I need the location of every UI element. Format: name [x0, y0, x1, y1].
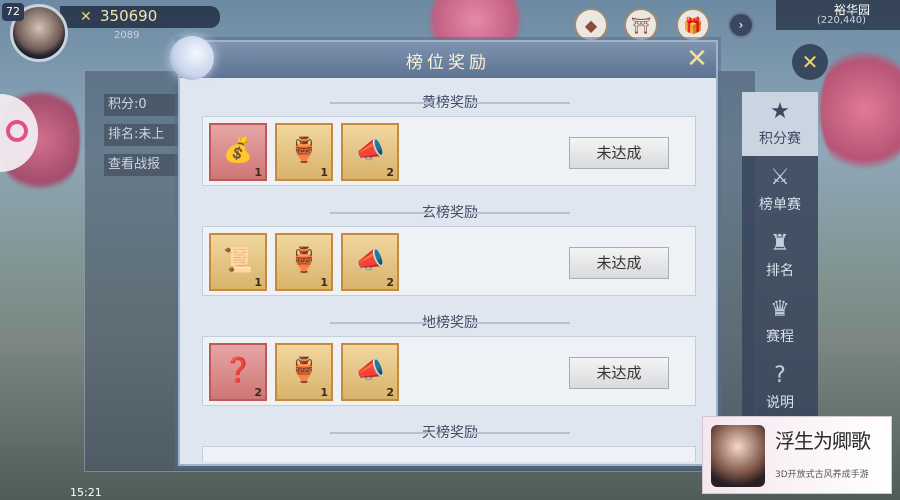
rank-label: 排名:未上 — [104, 124, 184, 146]
view-report-button[interactable]: 查看战报 — [104, 154, 184, 176]
nav-rank[interactable]: ♜ 排名 — [742, 224, 818, 288]
horn-icon: 📣 — [355, 246, 385, 274]
player-level: 72 — [2, 3, 24, 21]
question-icon: ? — [774, 363, 786, 388]
divider — [470, 212, 570, 214]
ring-icon — [6, 120, 28, 142]
nav-help[interactable]: ? 说明 — [742, 356, 818, 420]
item-count: 1 — [320, 386, 328, 399]
claim-button[interactable]: 未达成 — [569, 247, 669, 279]
nav-label: 积分赛 — [759, 131, 801, 147]
fan-icon[interactable]: ◆ — [574, 8, 608, 42]
horn-icon: 📣 — [355, 136, 385, 164]
podium-icon: ♜ — [770, 231, 790, 256]
gate-icon[interactable]: ⛩ — [624, 8, 658, 42]
reward-item[interactable]: 📣 2 — [341, 123, 399, 181]
cherry-tree — [820, 40, 900, 180]
flower-vase-icon: 🏺 — [289, 246, 319, 274]
item-count: 2 — [386, 386, 394, 399]
power-value: 350690 — [100, 7, 158, 25]
item-count: 1 — [254, 166, 262, 179]
character-portrait — [711, 425, 765, 487]
item-count: 2 — [386, 166, 394, 179]
dialog-header: 榜位奖励 ✕ — [180, 42, 716, 78]
map-coordinates: (220,440) — [816, 15, 866, 26]
reward-item[interactable]: 📣 2 — [341, 343, 399, 401]
clock: 15:21 — [70, 486, 102, 499]
reward-item[interactable]: 🏺 1 — [275, 343, 333, 401]
section-title: 地榜奖励 — [192, 312, 708, 334]
reward-card: 📜 1 🏺 1 📣 2 未达成 — [202, 226, 696, 296]
promo-subtitle: 3D开放式古风养成手游 — [775, 470, 869, 480]
item-count: 1 — [320, 276, 328, 289]
horn-icon: 📣 — [355, 356, 385, 384]
gift-icon[interactable]: 🎁 — [676, 8, 710, 42]
mystery-token-icon: ❓ — [223, 356, 253, 384]
divider — [330, 322, 430, 324]
flower-vase-icon: 🏺 — [289, 136, 319, 164]
claim-button[interactable]: 未达成 — [569, 137, 669, 169]
item-count: 1 — [320, 166, 328, 179]
reward-item[interactable]: 🏺 1 — [275, 123, 333, 181]
background-close-icon[interactable]: ✕ — [792, 44, 828, 80]
item-count: 2 — [254, 386, 262, 399]
promo-banner[interactable]: 浮生为卿歌 3D开放式古风养成手游 — [702, 416, 892, 494]
chevron-right-icon[interactable]: › — [728, 12, 754, 38]
scroll-box-icon: 📜 — [223, 246, 253, 274]
score-label: 积分:0 — [104, 94, 184, 116]
power-icon: ✕ — [80, 9, 92, 25]
reward-item[interactable]: 🏺 1 — [275, 233, 333, 291]
reward-item[interactable]: ❓ 2 — [209, 343, 267, 401]
nav-ranking-match[interactable]: ⚔ 榜单赛 — [742, 158, 818, 222]
reward-list[interactable]: 黄榜奖励 💰 1 🏺 1 📣 2 未达成 玄榜奖励 📜 1 🏺 1 📣 2 未达… — [192, 86, 708, 462]
divider — [470, 322, 570, 324]
divider — [470, 432, 570, 434]
divider — [330, 102, 430, 104]
swords-icon: ⚔ — [770, 165, 790, 190]
close-icon[interactable]: ✕ — [682, 44, 712, 74]
reward-card — [202, 446, 696, 462]
item-count: 1 — [254, 276, 262, 289]
item-count: 2 — [386, 276, 394, 289]
divider — [330, 432, 430, 434]
flower-vase-icon: 🏺 — [289, 356, 319, 384]
nav-label: 说明 — [766, 395, 794, 411]
nav-label: 榜单赛 — [759, 197, 801, 213]
reward-item[interactable]: 💰 1 — [209, 123, 267, 181]
reward-item[interactable]: 📣 2 — [341, 233, 399, 291]
rank-reward-dialog: 榜位奖励 ✕ 黄榜奖励 💰 1 🏺 1 📣 2 未达成 玄榜奖励 📜 1 🏺 1… — [178, 40, 718, 466]
trophy-icon: ♛ — [770, 297, 790, 322]
reward-item[interactable]: 📜 1 — [209, 233, 267, 291]
gold-pouch-icon: 💰 — [223, 136, 253, 164]
section-title: 天榜奖励 — [192, 422, 708, 444]
sub-value: 2089 — [114, 30, 140, 41]
nav-label: 赛程 — [766, 329, 794, 345]
reward-card: 💰 1 🏺 1 📣 2 未达成 — [202, 116, 696, 186]
section-title: 玄榜奖励 — [192, 202, 708, 224]
promo-title: 浮生为卿歌 — [775, 429, 871, 453]
divider — [470, 102, 570, 104]
reward-card: ❓ 2 🏺 1 📣 2 未达成 — [202, 336, 696, 406]
nav-points-match[interactable]: ★ 积分赛 — [742, 92, 818, 156]
nav-schedule[interactable]: ♛ 赛程 — [742, 290, 818, 354]
stars-icon: ★ — [770, 99, 790, 124]
claim-button[interactable]: 未达成 — [569, 357, 669, 389]
nav-label: 排名 — [766, 263, 794, 279]
moon-ornament — [170, 36, 214, 80]
section-title: 黄榜奖励 — [192, 92, 708, 114]
divider — [330, 212, 430, 214]
dialog-title: 榜位奖励 — [406, 53, 490, 73]
side-navigation: ★ 积分赛 ⚔ 榜单赛 ♜ 排名 ♛ 赛程 ? 说明 — [742, 92, 818, 418]
